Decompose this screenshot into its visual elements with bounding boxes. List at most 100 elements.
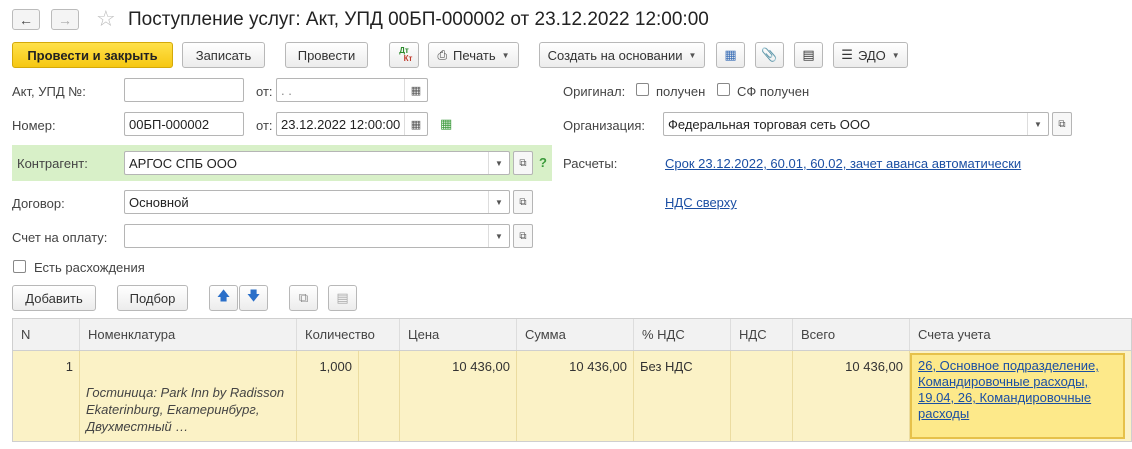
contract-open-button[interactable]: ⧉ — [513, 190, 533, 214]
cell-sum[interactable]: 10 436,00 — [517, 351, 634, 441]
col-n-header[interactable]: N — [13, 319, 80, 350]
create-based-label: Создать на основании — [547, 47, 683, 63]
settlements-label: Расчеты: — [563, 156, 618, 171]
cell-unit — [359, 351, 400, 441]
counterparty-open-button[interactable]: ⧉ — [513, 151, 533, 175]
col-qty-header[interactable]: Количество — [297, 319, 400, 350]
contract-label: Договор: — [12, 196, 65, 211]
edo-label: ЭДО — [857, 47, 886, 63]
discrepancy-checkbox[interactable] — [13, 260, 26, 273]
pick-button[interactable]: Подбор — [117, 285, 188, 311]
received-label: получен — [656, 84, 706, 99]
act-date-input[interactable]: . . ▦ — [276, 78, 428, 102]
contract-value: Основной — [129, 195, 189, 210]
contract-input[interactable]: Основной ▼ — [124, 190, 510, 214]
arrow-left-icon: ← — [19, 11, 33, 28]
chevron-down-icon[interactable]: ▼ — [488, 152, 509, 174]
open-form-icon: ⧉ — [519, 157, 527, 169]
vat-link[interactable]: НДС сверху — [665, 195, 737, 210]
cell-accounts[interactable]: 26, Основное подразделение, Командировоч… — [910, 353, 1125, 439]
number-input[interactable]: 00БП-000002 — [124, 112, 244, 136]
arrow-right-icon: → — [58, 11, 72, 28]
edo-button[interactable]: ☰ ЭДО ▼ — [833, 42, 908, 68]
col-price-header[interactable]: Цена — [400, 319, 517, 350]
item-note: Гостиница: Park Inn by Radisson Ekaterin… — [86, 385, 285, 434]
act-number-input[interactable] — [124, 78, 244, 102]
dt-kt-button[interactable]: Дт Кт — [389, 42, 419, 68]
number-date-input[interactable]: 23.12.2022 12:00:00 ▦ — [276, 112, 428, 136]
accounts-link[interactable]: 26, Основное подразделение, Командировоч… — [918, 358, 1099, 421]
print-button[interactable]: ⎙ Печать ▼ — [428, 42, 519, 68]
move-up-button[interactable]: 🡅 — [209, 285, 238, 311]
original-label: Оригинал: — [563, 84, 626, 99]
act-date-value: . . — [281, 83, 292, 98]
col-total-header[interactable]: Всего — [793, 319, 910, 350]
counterparty-value: АРГОС СПБ ООО — [129, 156, 237, 171]
cell-vat[interactable] — [731, 351, 793, 441]
number-date-value: 23.12.2022 12:00:00 — [281, 117, 401, 132]
chevron-down-icon[interactable]: ▼ — [1027, 113, 1048, 135]
col-vat-rate-header[interactable]: % НДС — [634, 319, 731, 350]
act-date-from-label: от: — [256, 84, 273, 99]
copy-button[interactable]: ⧉ — [289, 285, 318, 311]
sf-received-checkbox[interactable] — [717, 83, 730, 96]
copy-icon: ⧉ — [298, 290, 309, 305]
col-vat-header[interactable]: НДС — [731, 319, 793, 350]
structure-icon: ▦ — [724, 47, 737, 62]
invoice-open-button[interactable]: ⧉ — [513, 224, 533, 248]
discrepancy-label: Есть расхождения — [34, 260, 145, 275]
help-icon[interactable]: ? — [539, 155, 547, 170]
create-based-on-button[interactable]: Создать на основании ▼ — [539, 42, 705, 68]
cell-item[interactable]: Гостиница: Park Inn by Radisson Ekaterin… — [80, 351, 297, 441]
col-sum-header[interactable]: Сумма — [517, 319, 634, 350]
organization-open-button[interactable]: ⧉ — [1052, 112, 1072, 136]
chevron-down-icon: ▼ — [891, 50, 900, 60]
chevron-down-icon: ▼ — [688, 50, 697, 60]
col-accounts-header[interactable]: Счета учета — [910, 319, 1131, 350]
settlements-link[interactable]: Срок 23.12.2022, 60.01, 60.02, зачет ава… — [665, 156, 1021, 171]
cell-price[interactable]: 10 436,00 — [400, 351, 517, 441]
arrow-down-icon: 🡇 — [246, 288, 261, 303]
report-button[interactable]: ▤ — [794, 42, 823, 68]
print-label: Печать — [453, 47, 496, 63]
chevron-down-icon[interactable]: ▼ — [488, 191, 509, 213]
clipboard-icon: ▤ — [336, 290, 349, 305]
chevron-down-icon: ▼ — [501, 50, 510, 60]
save-button[interactable]: Записать — [182, 42, 265, 68]
number-date-from-label: от: — [256, 118, 273, 133]
favorite-star-icon[interactable]: ☆ — [96, 6, 116, 32]
invoice-input[interactable]: ▼ — [124, 224, 510, 248]
structure-button[interactable]: ▦ — [716, 42, 745, 68]
organization-value: Федеральная торговая сеть ООО — [668, 117, 871, 132]
attach-button[interactable]: 📎 — [755, 42, 784, 68]
cell-vat-rate[interactable]: Без НДС — [634, 351, 731, 441]
cell-total[interactable]: 10 436,00 — [793, 351, 910, 441]
paste-button[interactable]: ▤ — [328, 285, 357, 311]
organization-input[interactable]: Федеральная торговая сеть ООО ▼ — [663, 112, 1049, 136]
document-check-icon[interactable]: ▦ — [440, 116, 452, 132]
printer-icon: ⎙ — [437, 47, 448, 62]
calendar-icon[interactable]: ▦ — [404, 113, 427, 135]
table-header: N Номенклатура Количество Цена Сумма % Н… — [13, 319, 1131, 351]
calendar-icon[interactable]: ▦ — [404, 79, 427, 101]
post-button[interactable]: Провести — [285, 42, 368, 68]
back-button[interactable]: ← — [12, 9, 40, 30]
cell-qty[interactable]: 1,000 — [297, 351, 359, 441]
move-down-button[interactable]: 🡇 — [239, 285, 268, 311]
sf-received-label: СФ получен — [737, 84, 810, 99]
forward-button[interactable]: → — [51, 9, 79, 30]
received-checkbox[interactable] — [636, 83, 649, 96]
counterparty-input[interactable]: АРГОС СПБ ООО ▼ — [124, 151, 510, 175]
chevron-down-icon[interactable]: ▼ — [488, 225, 509, 247]
page-title: Поступление услуг: Акт, УПД 00БП-000002 … — [128, 9, 709, 30]
organization-label: Организация: — [563, 118, 646, 133]
col-item-header[interactable]: Номенклатура — [80, 319, 297, 350]
open-form-icon: ⧉ — [519, 196, 527, 208]
act-number-label: Акт, УПД №: — [12, 84, 86, 99]
kt-icon-part: Кт — [403, 54, 413, 63]
edo-icon: ☰ — [841, 47, 853, 62]
invoice-label: Счет на оплату: — [12, 230, 108, 245]
post-and-close-button[interactable]: Провести и закрыть — [12, 42, 173, 68]
add-row-button[interactable]: Добавить — [12, 285, 96, 311]
open-form-icon: ⧉ — [1058, 118, 1066, 130]
